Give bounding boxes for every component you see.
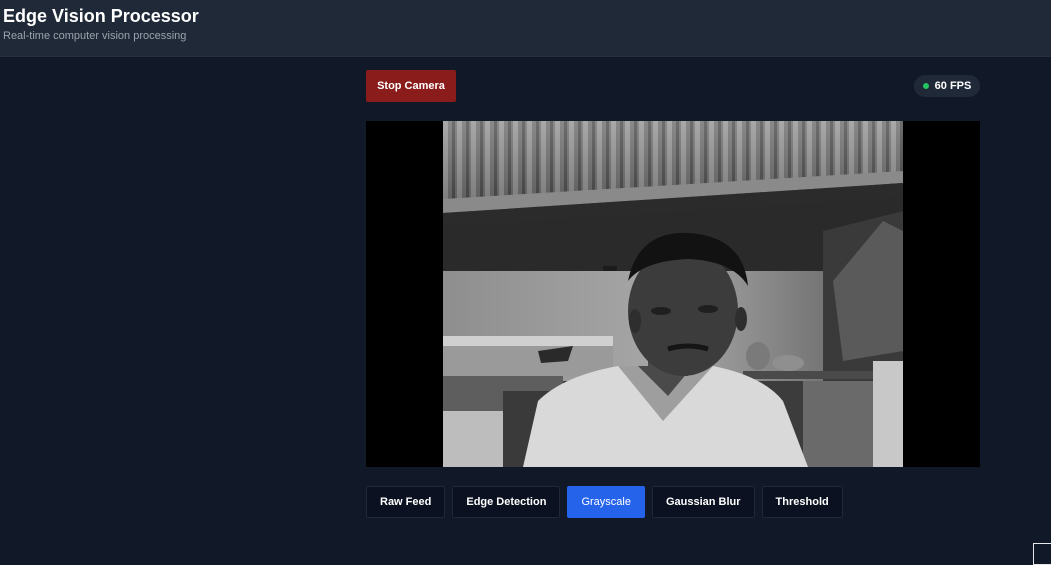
app-header: Edge Vision Processor Real-time computer… [0,0,1051,57]
video-preview [366,121,980,467]
app-title: Edge Vision Processor [3,6,199,26]
filter-edge-detection-button[interactable]: Edge Detection [452,486,561,518]
app-subtitle: Real-time computer vision processing [3,30,187,42]
fps-badge: 60 FPS [914,75,980,97]
status-dot-icon [922,83,929,89]
filter-threshold-button[interactable]: Threshold [761,486,843,518]
corner-widget[interactable] [1033,543,1051,565]
stop-camera-button[interactable]: Stop Camera [366,70,456,102]
filter-gaussian-blur-button[interactable]: Gaussian Blur [651,486,755,518]
filter-raw-feed-button[interactable]: Raw Feed [366,486,446,518]
filter-toolbar: Raw Feed Edge Detection Grayscale Gaussi… [366,486,843,518]
filter-grayscale-button[interactable]: Grayscale [567,486,645,518]
camera-feed-image [443,121,903,467]
fps-counter: 60 FPS [934,80,972,92]
